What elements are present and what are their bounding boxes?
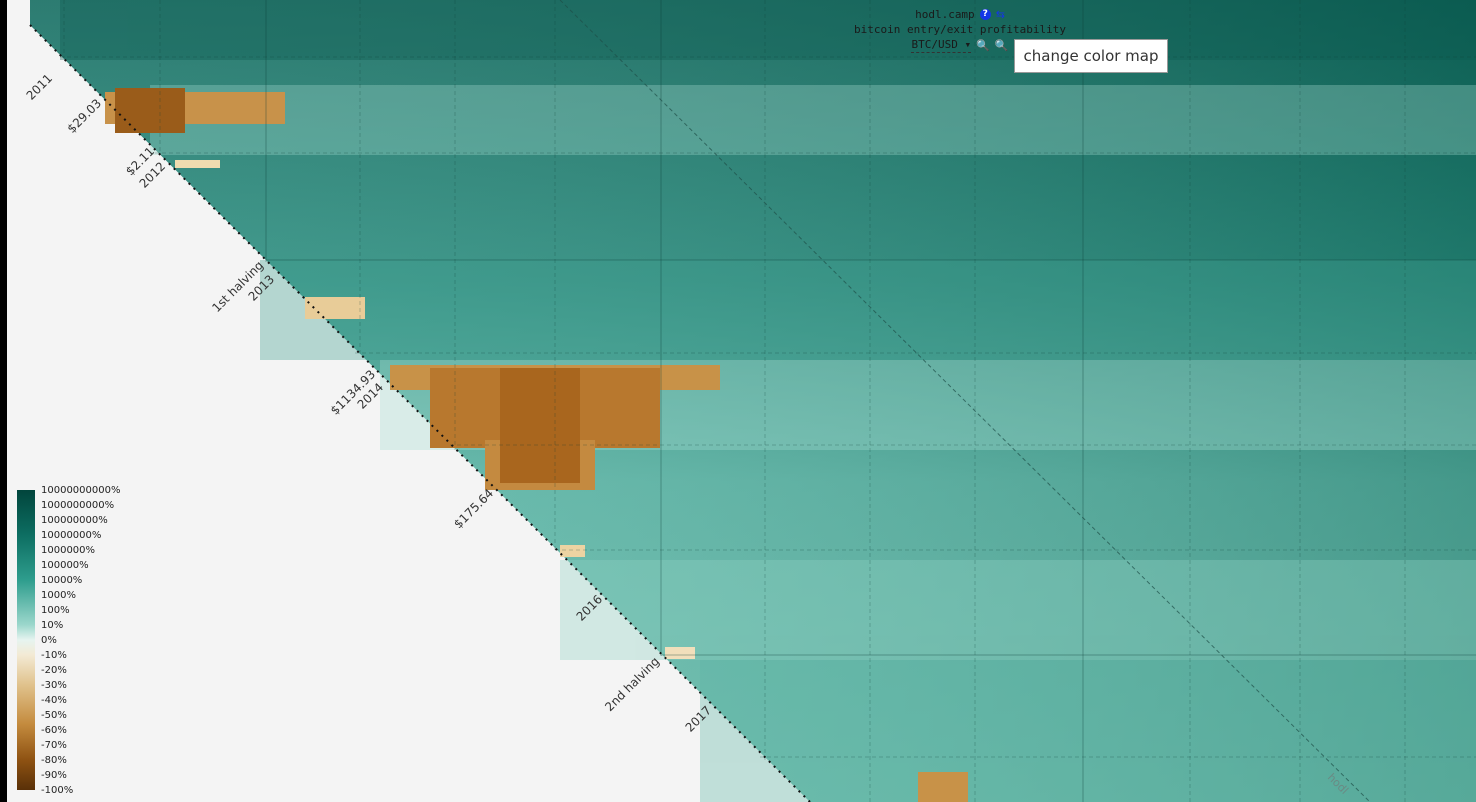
- legend-color-bar[interactable]: [17, 490, 35, 790]
- tooltip-text: change color map: [1023, 47, 1159, 65]
- legend-label: 100000%: [41, 560, 89, 571]
- legend-label: 10000000000%: [41, 485, 121, 496]
- help-icon[interactable]: ?: [979, 9, 991, 20]
- legend-label: -30%: [41, 680, 67, 691]
- change-color-map-tooltip: change color map: [1014, 39, 1168, 73]
- dropdown-caret-icon: ▾: [964, 38, 972, 51]
- legend-label: -100%: [41, 785, 74, 796]
- legend-label: -50%: [41, 710, 67, 721]
- legend-label: 1000000000%: [41, 500, 115, 511]
- legend-label: -60%: [41, 725, 67, 736]
- zoom-in-icon[interactable]: 🔍: [995, 38, 1009, 53]
- label-2nd-halving: 2nd halving: [602, 654, 662, 714]
- legend-labels: 10000000000% 1000000000% 100000000% 1000…: [41, 483, 121, 798]
- window-edge: [0, 0, 7, 802]
- legend-label: -20%: [41, 665, 67, 676]
- zoom-out-icon[interactable]: 🔍: [976, 38, 990, 53]
- site-title[interactable]: hodl.camp: [915, 7, 975, 22]
- label-price-175: $175.64: [451, 486, 496, 531]
- label-price-29: $29.03: [65, 96, 105, 136]
- legend-label: 0%: [41, 635, 57, 646]
- legend-label: 100%: [41, 605, 70, 616]
- legend-label: 1000%: [41, 590, 76, 601]
- legend-label: 1000000%: [41, 545, 96, 556]
- pair-select[interactable]: BTC/USD ▾: [911, 37, 972, 53]
- legend-label: 10%: [41, 620, 64, 631]
- legend-label: -70%: [41, 740, 67, 751]
- legend-label: -80%: [41, 755, 67, 766]
- profitability-heatmap[interactable]: 2011 $29.03 $2.11 2012 1st halving 2013 …: [0, 0, 1476, 802]
- label-2011: 2011: [24, 71, 55, 102]
- legend-label: 100000000%: [41, 515, 108, 526]
- legend-label: -10%: [41, 650, 67, 661]
- share-icon[interactable]: ⇆: [996, 7, 1005, 22]
- page-subtitle: bitcoin entry/exit profitability: [854, 23, 1066, 36]
- pair-value: BTC/USD: [911, 38, 958, 51]
- legend-label: -40%: [41, 695, 67, 706]
- legend-label: 10000%: [41, 575, 83, 586]
- legend-label: -90%: [41, 770, 67, 781]
- legend-label: 10000000%: [41, 530, 102, 541]
